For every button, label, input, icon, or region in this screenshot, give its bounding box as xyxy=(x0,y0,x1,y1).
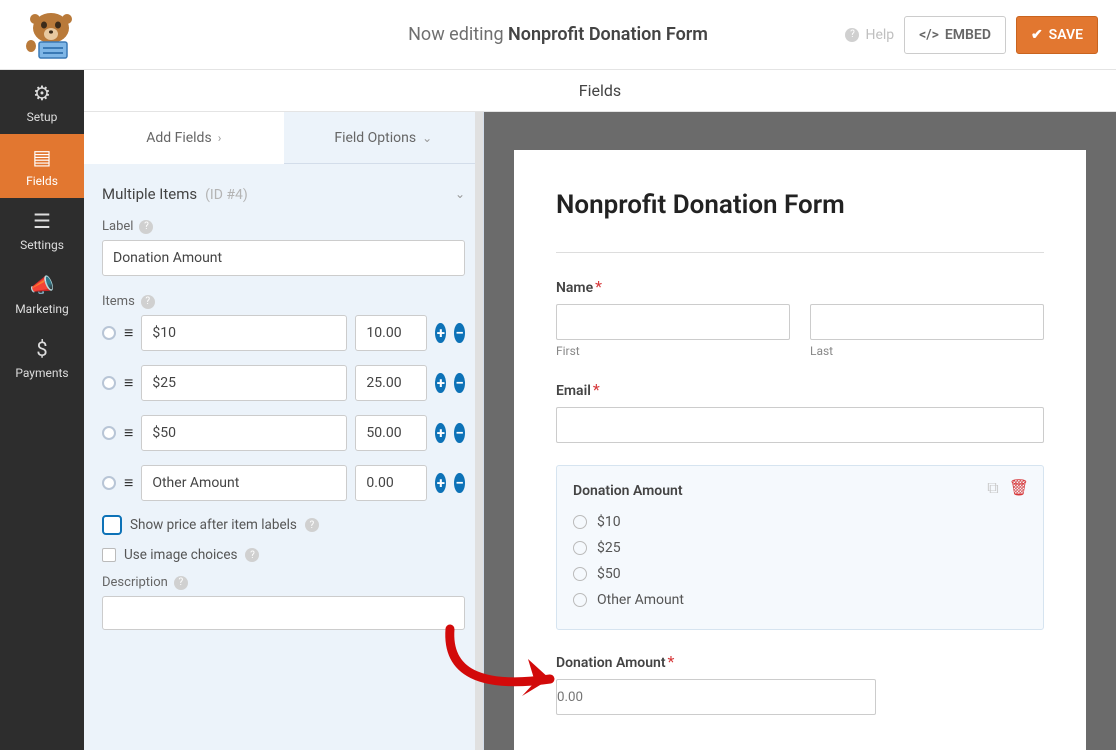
description-label: Description ? xyxy=(102,575,465,590)
email-field: Email* xyxy=(556,380,1044,443)
app-logo xyxy=(18,7,84,63)
side-nav: ⚙ Setup ▤ Fields ☰ Settings 📣 Marketing … xyxy=(0,70,84,750)
add-item-button[interactable]: + xyxy=(435,323,446,343)
drag-handle-icon[interactable]: ≡ xyxy=(124,423,133,443)
item-row: ≡ + − xyxy=(102,365,465,401)
first-sublabel: First xyxy=(556,344,790,358)
code-icon: </> xyxy=(919,27,939,43)
remove-item-button[interactable]: − xyxy=(454,323,465,343)
donation-amount-input-field: Donation Amount* xyxy=(556,652,1044,715)
item-label-input[interactable] xyxy=(141,465,347,501)
remove-item-button[interactable]: − xyxy=(454,373,465,393)
help-icon[interactable]: ? xyxy=(141,295,155,309)
item-price-input[interactable] xyxy=(355,465,427,501)
show-price-option[interactable]: Show price after item labels ? xyxy=(102,515,465,535)
form-title: Nonprofit Donation Form xyxy=(556,190,1044,220)
nav-marketing[interactable]: 📣 Marketing xyxy=(0,262,84,326)
item-price-input[interactable] xyxy=(355,415,427,451)
trash-icon[interactable]: 🗑 xyxy=(1009,478,1029,498)
remove-item-button[interactable]: − xyxy=(454,473,465,493)
field-id: (ID #4) xyxy=(205,187,248,203)
save-button[interactable]: ✔ SAVE xyxy=(1016,16,1098,54)
editing-label: Now editing Nonprofit Donation Form xyxy=(408,24,708,45)
scrollbar[interactable] xyxy=(475,112,483,750)
items-label: Items ? xyxy=(102,294,465,309)
item-row: ≡ + − xyxy=(102,315,465,351)
email-input[interactable] xyxy=(556,407,1044,443)
last-sublabel: Last xyxy=(810,344,1044,358)
radio-option[interactable]: $25 xyxy=(573,535,1027,561)
radio-default[interactable] xyxy=(102,326,116,340)
nav-settings[interactable]: ☰ Settings xyxy=(0,198,84,262)
item-price-input[interactable] xyxy=(355,315,427,351)
help-icon[interactable]: ? xyxy=(139,220,153,234)
tab-field-options[interactable]: Field Options⌄ xyxy=(284,112,484,164)
radio-option[interactable]: Other Amount xyxy=(573,587,1027,613)
add-item-button[interactable]: + xyxy=(435,373,446,393)
nav-setup[interactable]: ⚙ Setup xyxy=(0,70,84,134)
checkbox[interactable] xyxy=(102,548,116,562)
label-field-label: Label ? xyxy=(102,219,465,234)
list-icon: ▤ xyxy=(33,145,52,169)
item-label-input[interactable] xyxy=(141,415,347,451)
checkbox[interactable] xyxy=(102,515,122,535)
nav-payments[interactable]: $ Payments xyxy=(0,326,84,390)
item-price-input[interactable] xyxy=(355,365,427,401)
first-name-input[interactable] xyxy=(556,304,790,340)
radio-default[interactable] xyxy=(102,376,116,390)
donation-amount-field-selected[interactable]: ⧉ 🗑 Donation Amount $10 $25 $50 Other Am… xyxy=(556,465,1044,630)
chevron-right-icon: › xyxy=(218,131,222,145)
radio-default[interactable] xyxy=(102,426,116,440)
label-input[interactable] xyxy=(102,240,465,276)
image-choices-option[interactable]: Use image choices ? xyxy=(102,547,465,563)
item-label-input[interactable] xyxy=(141,365,347,401)
check-icon: ✔ xyxy=(1031,27,1043,43)
tab-add-fields[interactable]: Add Fields› xyxy=(84,112,284,164)
drag-handle-icon[interactable]: ≡ xyxy=(124,473,133,493)
bullhorn-icon: 📣 xyxy=(30,273,55,297)
item-row: ≡ + − xyxy=(102,465,465,501)
item-label-input[interactable] xyxy=(141,315,347,351)
section-header[interactable]: Multiple Items (ID #4) ⌄ xyxy=(102,164,465,219)
chevron-down-icon: ⌄ xyxy=(422,131,432,145)
add-item-button[interactable]: + xyxy=(435,473,446,493)
drag-handle-icon[interactable]: ≡ xyxy=(124,373,133,393)
form-preview: Nonprofit Donation Form Name* First Last xyxy=(484,112,1116,750)
help-icon[interactable]: ? xyxy=(305,518,319,532)
sliders-icon: ☰ xyxy=(33,209,51,233)
help-icon: ? xyxy=(845,28,859,42)
last-name-input[interactable] xyxy=(810,304,1044,340)
help-link[interactable]: ? Help xyxy=(845,27,894,43)
donation-amount-input[interactable] xyxy=(556,679,876,715)
radio-option[interactable]: $10 xyxy=(573,509,1027,535)
help-icon[interactable]: ? xyxy=(245,548,259,562)
radio-option[interactable]: $50 xyxy=(573,561,1027,587)
options-panel: Add Fields› Field Options⌄ Multiple Item… xyxy=(84,112,484,750)
dollar-icon: $ xyxy=(36,337,47,361)
help-icon[interactable]: ? xyxy=(174,576,188,590)
drag-handle-icon[interactable]: ≡ xyxy=(124,323,133,343)
item-row: ≡ + − xyxy=(102,415,465,451)
name-field: Name* First Last xyxy=(556,277,1044,358)
nav-fields[interactable]: ▤ Fields xyxy=(0,134,84,198)
description-input[interactable] xyxy=(102,596,465,630)
radio-default[interactable] xyxy=(102,476,116,490)
chevron-down-icon: ⌄ xyxy=(455,187,465,201)
duplicate-icon[interactable]: ⧉ xyxy=(987,478,998,498)
remove-item-button[interactable]: − xyxy=(454,423,465,443)
add-item-button[interactable]: + xyxy=(435,423,446,443)
embed-button[interactable]: </> EMBED xyxy=(904,16,1006,54)
gear-icon: ⚙ xyxy=(33,81,51,105)
content-title: Fields xyxy=(84,70,1116,112)
